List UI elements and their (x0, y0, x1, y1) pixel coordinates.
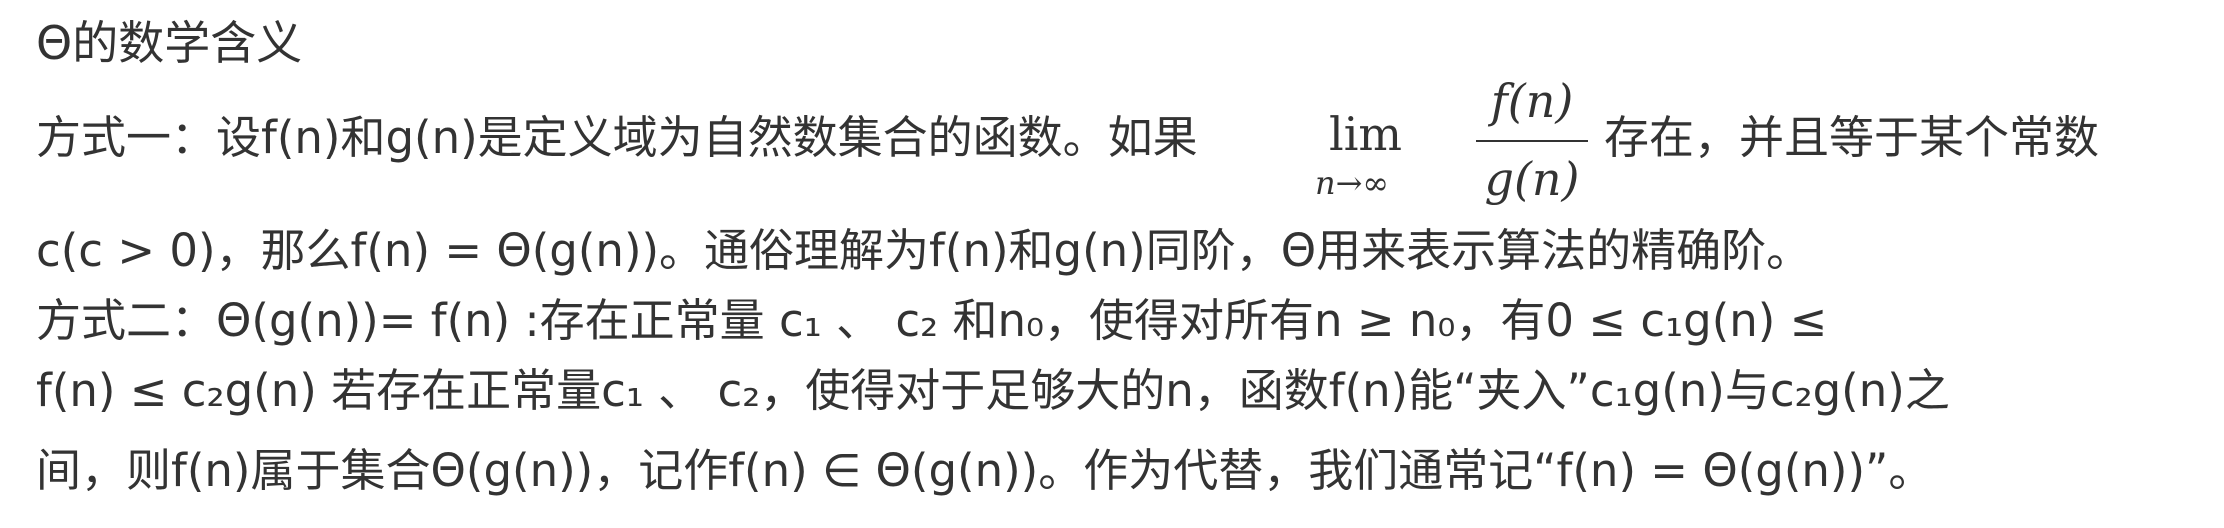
definition-two-line-2: f(n) ≤ c₂g(n) 若存在正常量c₁ 、 c₂，使得对于足够大的n，函数… (36, 364, 1950, 417)
definition-one-suffix: 存在，并且等于某个常数 (1604, 111, 2100, 164)
definition-two-line-3: 间，则f(n)属于集合Θ(g(n))，记作f(n) ∈ Θ(g(n))。作为代替… (36, 444, 1934, 497)
definition-one-prefix: 方式一：设f(n)和g(n)是定义域为自然数集合的函数。如果 (36, 111, 1198, 164)
limit-subscript: n→∞ (1315, 164, 1390, 202)
limit-expression: lim n→∞ (1315, 100, 1435, 210)
section-heading: Θ的数学含义 (36, 16, 303, 70)
fraction-denominator: g(n) (1484, 152, 1580, 206)
fraction-numerator: f(n) (1490, 74, 1574, 128)
definition-two-line-1: 方式二：Θ(g(n))= f(n) :存在正常量 c₁ 、 c₂ 和n₀，使得对… (36, 294, 1828, 347)
limit-fraction: f(n) g(n) (1476, 66, 1588, 216)
fraction-bar (1476, 140, 1588, 142)
definition-one-conclusion: c(c > 0)，那么f(n) = Θ(g(n))。通俗理解为f(n)和g(n)… (36, 224, 1812, 277)
document-body: Θ的数学含义 方式一：设f(n)和g(n)是定义域为自然数集合的函数。如果 li… (36, 0, 2206, 528)
limit-operator: lim (1329, 107, 1403, 161)
